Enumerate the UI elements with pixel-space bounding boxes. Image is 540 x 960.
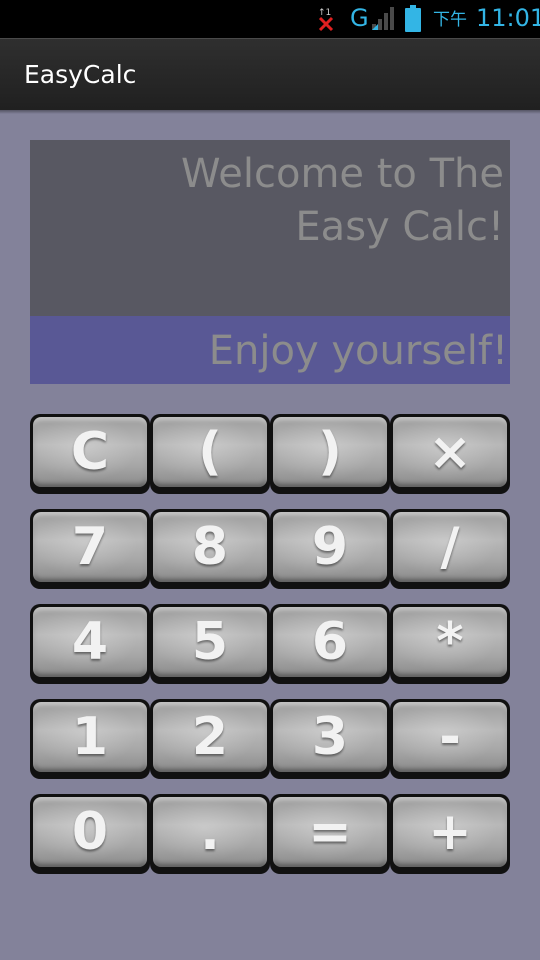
key-label: ) <box>318 422 342 482</box>
key-minus[interactable]: - <box>390 699 510 779</box>
key-6[interactable]: 6 <box>270 604 390 684</box>
key-label: 9 <box>311 517 349 577</box>
key-label: - <box>439 707 461 767</box>
key-4[interactable]: 4 <box>30 604 150 684</box>
welcome-line-2: Easy Calc! <box>295 204 504 250</box>
key-decimal[interactable]: . <box>150 794 270 874</box>
key-label: 7 <box>71 517 109 577</box>
key-equals[interactable]: = <box>270 794 390 874</box>
key-3[interactable]: 3 <box>270 699 390 779</box>
key-8[interactable]: 8 <box>150 509 270 589</box>
result-text: Enjoy yourself! <box>208 328 508 374</box>
key-label: 1 <box>71 707 109 767</box>
key-label: * <box>436 612 464 672</box>
key-5[interactable]: 5 <box>150 604 270 684</box>
key-label: 4 <box>71 612 109 672</box>
key-1[interactable]: 1 <box>30 699 150 779</box>
key-label: / <box>440 517 460 577</box>
display-panel: Welcome to The Easy Calc! <box>30 140 510 316</box>
key-label: × <box>428 422 472 482</box>
key-clear[interactable]: C <box>30 414 150 494</box>
key-2[interactable]: 2 <box>150 699 270 779</box>
key-backspace[interactable]: × <box>390 414 510 494</box>
key-divide[interactable]: / <box>390 509 510 589</box>
status-ampm: 下午 <box>433 10 467 30</box>
key-label: 8 <box>191 517 229 577</box>
key-label: 3 <box>311 707 349 767</box>
result-panel: Enjoy yourself! <box>30 316 510 384</box>
key-label: = <box>308 802 352 862</box>
key-close-paren[interactable]: ) <box>270 414 390 494</box>
signal-error-icon: ↑1 <box>318 8 334 32</box>
key-7[interactable]: 7 <box>30 509 150 589</box>
battery-icon <box>405 5 421 32</box>
key-label: 0 <box>71 802 109 862</box>
key-label: ( <box>198 422 222 482</box>
svg-text:↑1: ↑1 <box>318 8 331 18</box>
key-label: 2 <box>191 707 229 767</box>
key-label: + <box>428 802 472 862</box>
key-label: 6 <box>311 612 349 672</box>
action-bar: EasyCalc <box>0 38 540 114</box>
key-0[interactable]: 0 <box>30 794 150 874</box>
key-label: . <box>200 802 220 862</box>
key-open-paren[interactable]: ( <box>150 414 270 494</box>
key-label: C <box>70 422 110 482</box>
welcome-text: Welcome to The Easy Calc! <box>84 148 504 254</box>
status-bar: ↑1 G 下午 11:01 <box>0 0 540 38</box>
status-clock: 11:01 <box>476 4 540 32</box>
key-9[interactable]: 9 <box>270 509 390 589</box>
key-label: 5 <box>191 612 229 672</box>
key-multiply[interactable]: * <box>390 604 510 684</box>
welcome-line-1: Welcome to The <box>181 151 504 197</box>
network-type: G <box>350 4 369 32</box>
signal-bars-icon <box>372 7 394 30</box>
app-title: EasyCalc <box>24 60 137 89</box>
key-plus[interactable]: + <box>390 794 510 874</box>
